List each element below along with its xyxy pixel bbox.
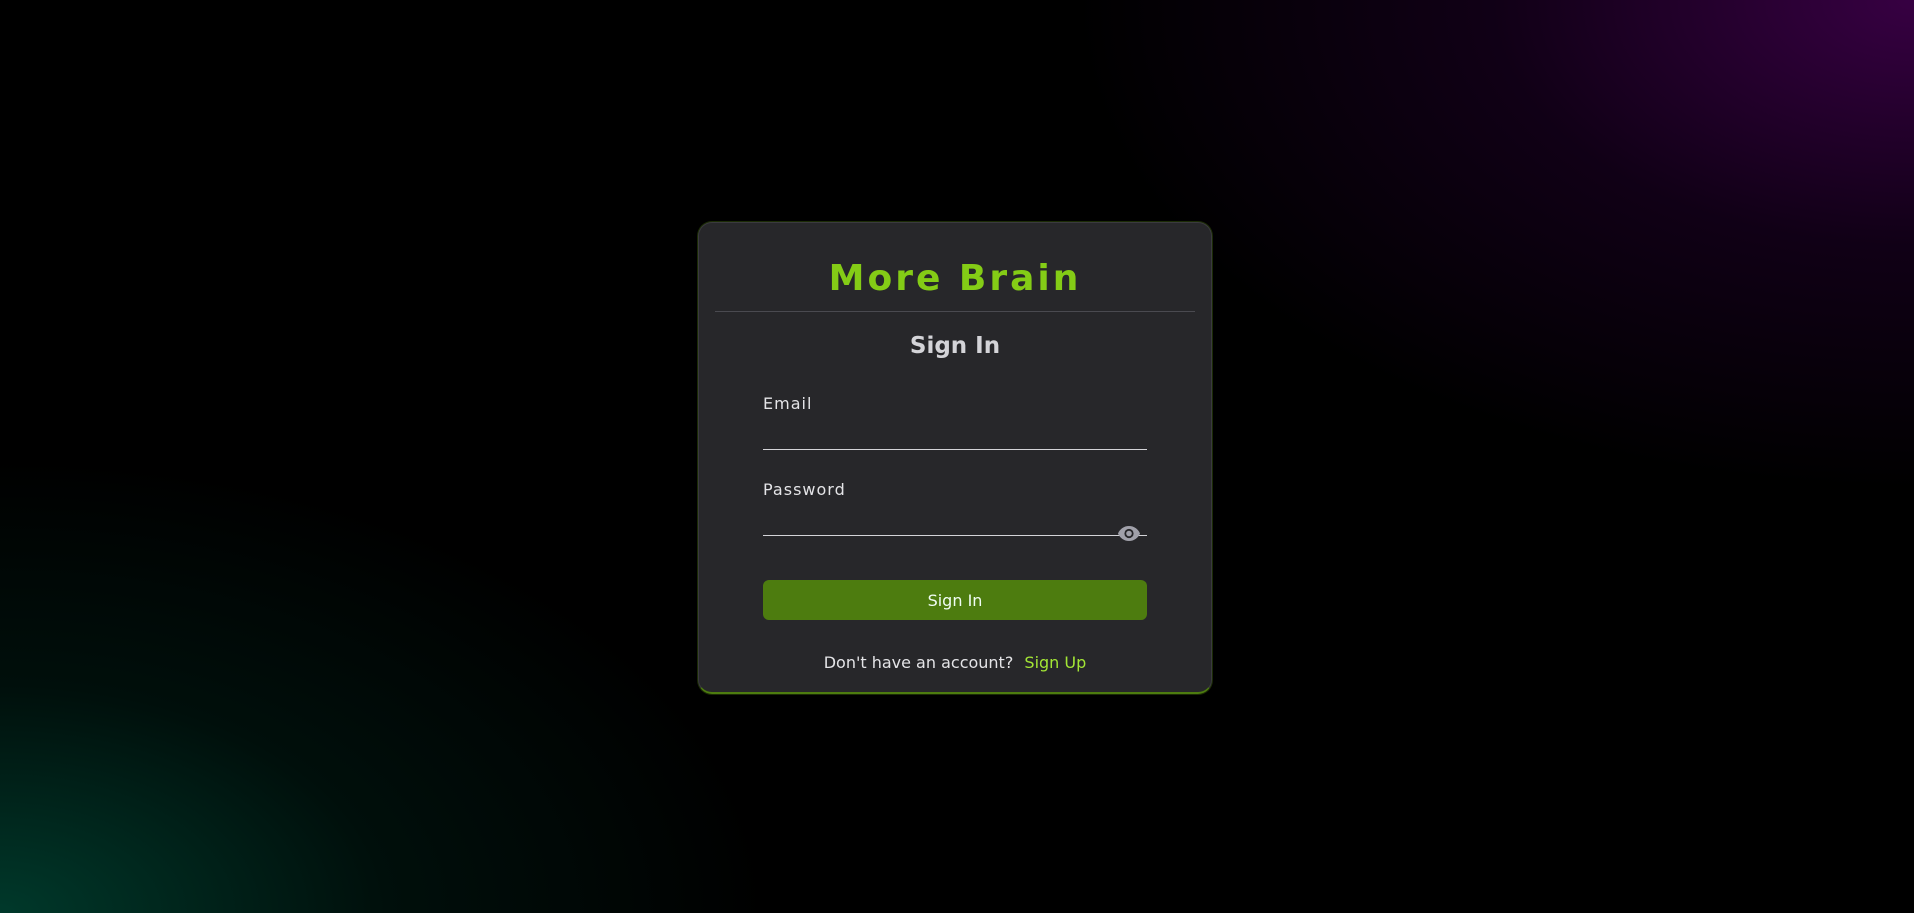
- brand-title: More Brain: [828, 258, 1082, 299]
- password-label: Password: [763, 480, 846, 499]
- signup-prompt: Don't have an account? Sign Up: [699, 653, 1211, 673]
- email-field[interactable]: [763, 416, 1147, 450]
- eye-icon[interactable]: [1117, 521, 1141, 545]
- sign-up-link[interactable]: Sign Up: [1024, 653, 1086, 672]
- form-heading: Sign In: [909, 333, 1001, 359]
- sign-in-button[interactable]: Sign In: [763, 580, 1147, 620]
- email-label: Email: [763, 394, 813, 413]
- password-field[interactable]: [763, 502, 1147, 536]
- header-divider: [715, 311, 1195, 312]
- signup-prompt-text: Don't have an account?: [823, 653, 1014, 672]
- sign-in-card: More Brain Sign In Email Password Sign I…: [698, 222, 1212, 694]
